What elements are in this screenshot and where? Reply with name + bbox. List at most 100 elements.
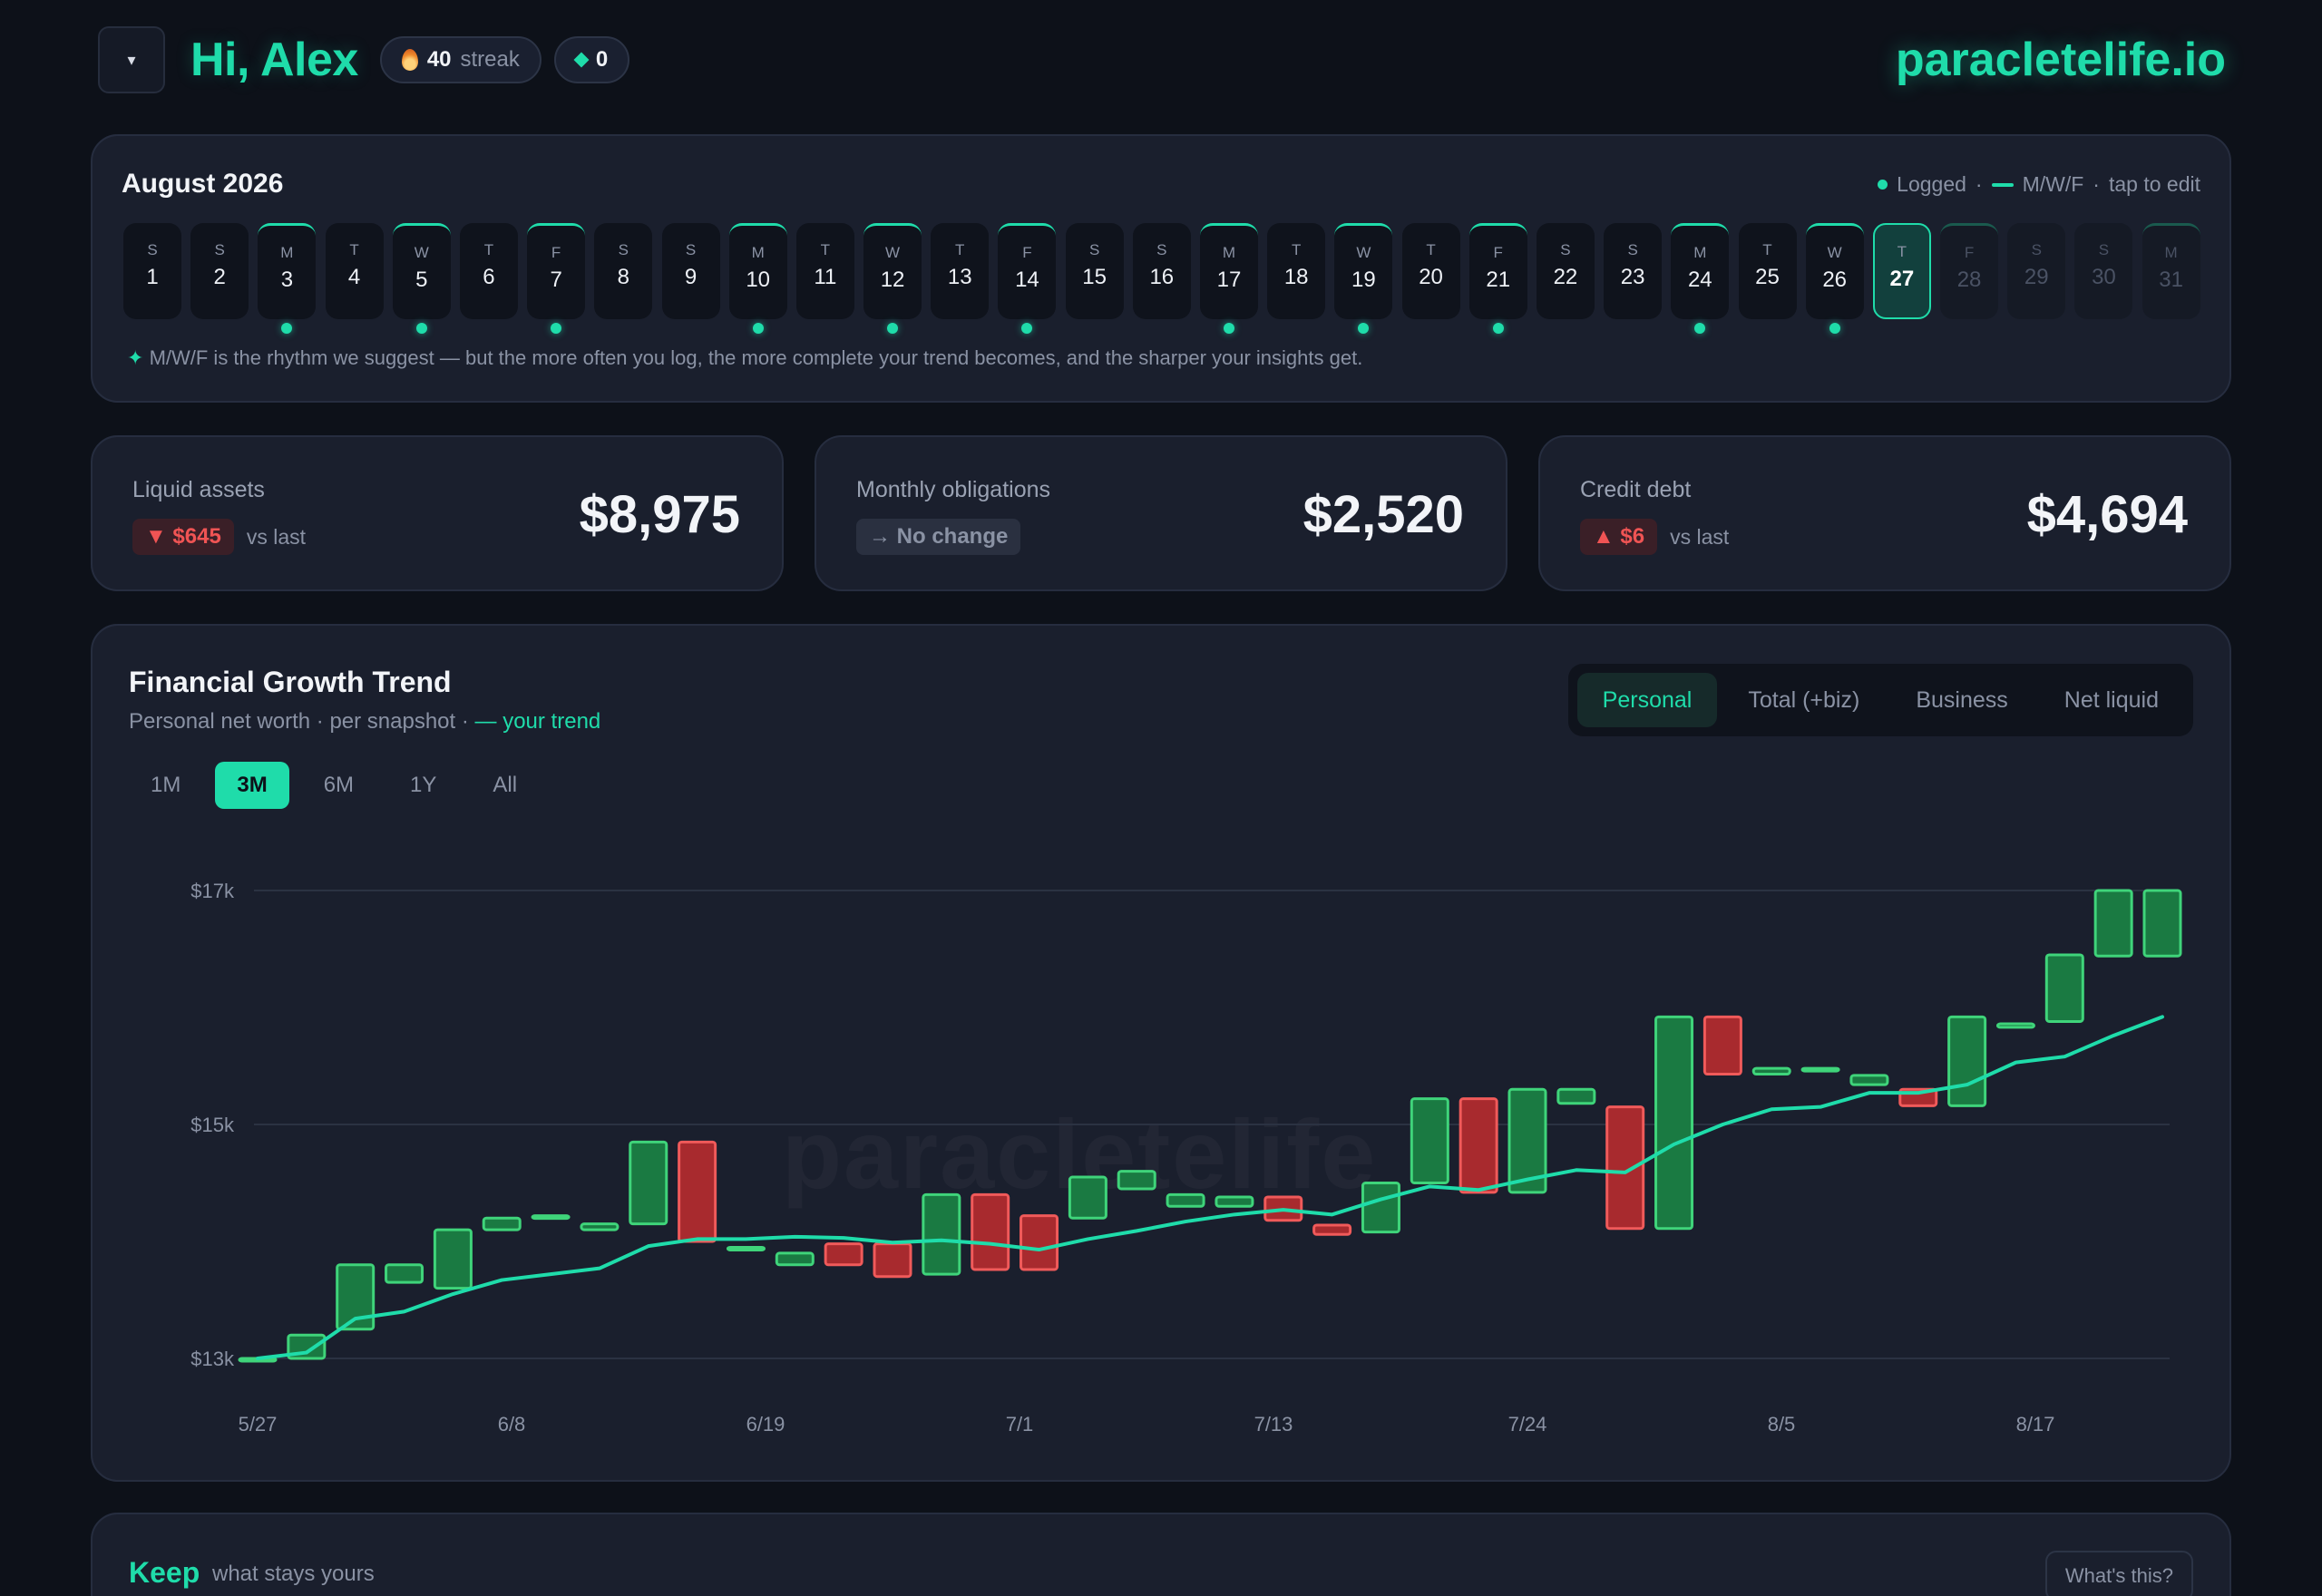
day-weekday-letter: T [1291,241,1302,258]
legend-mwf: M/W/F [2022,172,2084,196]
stat-card-liquid-assets[interactable]: Liquid assets ▼ $645 vs last $8,975 [91,435,784,591]
keep-subtitle: what stays yours [212,1562,375,1586]
calendar-day[interactable]: S 16 [1132,223,1191,319]
candle-up [1068,1175,1107,1220]
change-badge-flat: → No change [856,519,1021,555]
mwf-dash-icon [1991,182,2014,187]
logged-dot-icon [1224,323,1234,334]
calendar-day[interactable]: M 10 [728,223,787,334]
day-number: 6 [483,265,495,289]
flame-icon [401,49,418,71]
calendar-day[interactable]: T 18 [1267,223,1326,319]
streak-badge[interactable]: 40 streak [379,36,541,83]
calendar-day[interactable]: S1 [123,223,181,319]
calendar-day[interactable]: S 22 [1536,223,1595,319]
legend-separator: · [1975,172,1983,196]
calendar-day[interactable]: T 20 [1401,223,1460,319]
day-weekday-letter: T [1762,241,1772,258]
calendar-day[interactable]: W5 [392,223,451,334]
change-suffix: vs last [246,524,306,549]
stat-card-credit-debt[interactable]: Credit debt ▲ $6 vs last $4,694 [1538,435,2231,591]
day-weekday-letter: W [885,244,901,261]
stat-change-row: → No change [856,519,1021,555]
calendar-day[interactable]: W 12 [863,223,922,334]
calendar-day[interactable]: T 27 [1872,223,1931,319]
calendar-day[interactable]: S 30 [2074,223,2133,319]
day-weekday-letter: F [1022,244,1032,261]
calendar-day[interactable]: S 29 [2007,223,2066,319]
calendar-day[interactable]: M3 [258,223,317,334]
calendar-day[interactable]: F7 [527,223,586,334]
calendar-day[interactable]: F 28 [1940,223,1999,319]
calendar-day[interactable]: M 17 [1200,223,1258,334]
candle-up [580,1222,620,1231]
calendar-day[interactable]: S8 [594,223,653,319]
calendar-day[interactable]: S2 [190,223,249,319]
calendar-days-row: S 1 S 2 M 3 T 4 W 5 T 6 F 7 S 8 S 9 M 10 T 11 W 12 T 13 F 14 S 15 S 16 M… [123,223,2200,334]
calendar-day[interactable]: S 23 [1604,223,1663,319]
calendar-day[interactable]: M 24 [1671,223,1730,334]
day-weekday-letter: S [1156,241,1167,258]
calendar-legend: Logged · M/W/F · tap to edit [1878,172,2200,197]
day-weekday-letter: W [414,244,429,261]
legend-edit-hint: tap to edit [2108,172,2200,196]
day-number: 4 [347,265,361,289]
logged-dot-icon [1358,323,1370,334]
x-tick-label: 7/13 [1254,1413,1293,1435]
whats-this-button[interactable]: What's this? [2044,1551,2193,1596]
stat-label: Credit debt [1580,477,1692,502]
calendar-day[interactable]: T 13 [931,223,990,319]
streak-count: 40 [426,47,452,72]
calendar-day[interactable]: F 14 [998,223,1057,334]
brand-logo[interactable]: paracletelife.io [1896,33,2226,87]
day-weekday-letter: S [1088,241,1100,258]
calendar-day[interactable]: T6 [459,223,518,319]
day-weekday-letter: S [214,241,225,258]
calendar-day[interactable]: W 26 [1805,223,1864,334]
calendar-day[interactable]: T 11 [795,223,854,319]
gems-badge[interactable]: 0 [553,36,630,83]
candle-up [1166,1192,1205,1208]
candle-up [1654,1015,1694,1231]
calendar-day[interactable]: T 25 [1738,223,1797,319]
top-header: ▾ Hi, Alex 40 streak 0 paracletelife.io [98,25,2226,94]
candle-up [2142,889,2182,958]
day-number: 7 [550,268,562,292]
stat-value: $8,975 [579,485,740,544]
calendar-day[interactable]: T4 [325,223,384,319]
day-number: 21 [1486,268,1511,292]
x-tick-label: 5/27 [239,1413,278,1435]
calendar-day[interactable]: S9 [661,223,720,319]
x-tick-label: 8/5 [1768,1413,1796,1435]
day-number: 18 [1283,265,1309,289]
trend-line [256,1015,2164,1360]
sparkle-icon: ✦ [127,346,144,369]
calendar-day[interactable]: W 19 [1334,223,1393,334]
candle-up [922,1192,961,1276]
calendar-day[interactable]: S 15 [1065,223,1124,319]
candle-up [531,1214,571,1221]
day-number: 26 [1822,268,1848,292]
candle-up [1361,1182,1400,1234]
day-number: 2 [213,265,226,289]
keep-title: Keep [129,1556,200,1589]
x-tick-label: 7/1 [1006,1413,1034,1435]
menu-dropdown-button[interactable]: ▾ [98,26,165,93]
candle-down [1459,1097,1498,1194]
day-weekday-letter: F [1964,244,1975,261]
day-weekday-letter: W [1827,244,1842,261]
calendar-day[interactable]: M 31 [2142,223,2200,319]
day-weekday-letter: S [147,241,158,258]
candle-up [482,1216,522,1231]
stat-change-row: ▼ $645 vs last [132,519,306,555]
stat-card-monthly-obligations[interactable]: Monthly obligations → No change $2,520 [815,435,1507,591]
chevron-down-icon: ▾ [127,50,136,69]
y-tick-label: $17k [190,880,235,902]
candle-down [824,1242,863,1267]
stat-value: $2,520 [1302,485,1464,544]
logged-dot-icon [1878,180,1888,190]
day-number: 17 [1216,268,1242,292]
calendar-day[interactable]: F 21 [1468,223,1527,334]
candle-up [1215,1195,1254,1208]
legend-separator: · [2093,172,2100,196]
